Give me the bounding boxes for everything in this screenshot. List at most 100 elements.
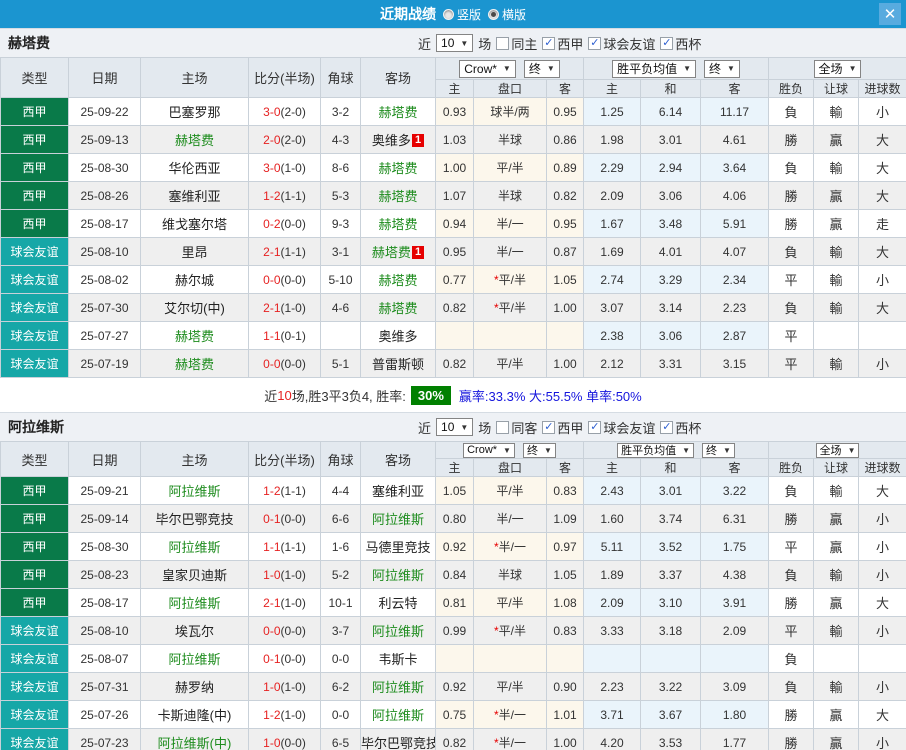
scope-select[interactable]: 全场 ▼ (815, 442, 860, 458)
date-cell: 25-08-26 (68, 181, 141, 210)
match-row: 球会友谊 25-07-27 赫塔费 1-1(0-1) 奥维多 2.38 3.06 2.87 平 (0, 321, 906, 350)
friendly-checkbox[interactable]: ✓ 球会友谊 (588, 34, 655, 53)
halftime-score: (0-0) (280, 623, 306, 638)
bookmaker-select[interactable]: Crow* ▼ (463, 442, 515, 458)
subcol-away-odds: 客 (546, 79, 584, 98)
radio-selected-icon (488, 8, 499, 20)
bookmaker-select[interactable]: Crow* ▼ (459, 59, 516, 78)
cup-checkbox[interactable]: ✓ 西杯 (660, 34, 701, 53)
home-odds-cell: 1.05 (435, 476, 474, 505)
league-checkbox[interactable]: ✓ 西甲 (542, 34, 583, 53)
close-button[interactable]: ✕ (879, 3, 901, 25)
dialog-titlebar: 近期战绩 竖版 横版 ✕ (0, 0, 906, 28)
average-select[interactable]: 胜平负均值 ▼ (612, 59, 696, 78)
away-odds-cell: 0.87 (546, 237, 584, 266)
avg-home-cell: 1.69 (583, 237, 641, 266)
avg-away-cell: 2.23 (699, 293, 770, 322)
handicap-result-cell: 贏 (813, 504, 860, 533)
match-row: 西甲 25-08-17 阿拉维斯 2-1(1-0) 10-1 利云特 0.81 平/半 1.08… (0, 588, 906, 617)
average-final-select[interactable]: 终 ▼ (704, 59, 740, 78)
match-count-select[interactable]: 10 ▼ (436, 34, 474, 52)
goals-result-cell: 小 (858, 532, 906, 561)
avg-draw-cell: 3.18 (640, 616, 701, 645)
fulltime-score: 2-1 (263, 300, 281, 315)
match-row: 球会友谊 25-08-07 阿拉维斯 0-1(0-0) 0-0 韦斯卡負 (0, 644, 906, 673)
league-type-cell: 西甲 (0, 588, 69, 617)
avg-draw-cell: 3.29 (640, 265, 701, 294)
same-venue-checkbox[interactable]: 同客 (496, 418, 537, 437)
odds-final-select[interactable]: 终 ▼ (522, 442, 556, 458)
handicap-cell: *平/半 (473, 293, 547, 322)
avg-away-cell: 4.38 (699, 560, 770, 589)
fulltime-score: 1-2 (263, 483, 281, 498)
handicap-cell (473, 644, 547, 673)
cup-checkbox[interactable]: ✓ 西杯 (660, 418, 701, 437)
avg-draw-cell: 3.06 (640, 181, 701, 210)
score-cell: 0-1(0-0) (248, 504, 321, 533)
avg-away-cell: 4.06 (699, 181, 770, 210)
subcol-handicap-result: 让球 (813, 458, 860, 477)
corner-cell: 5-1 (320, 349, 361, 378)
friendly-checkbox[interactable]: ✓ 球会友谊 (588, 418, 655, 437)
home-odds-cell: 0.77 (435, 265, 474, 294)
handicap-result-cell: 輸 (813, 672, 860, 701)
layout-vertical-radio[interactable]: 竖版 (442, 6, 481, 23)
result-cell: 負 (768, 672, 815, 701)
corner-cell: 5-3 (320, 181, 361, 210)
average-final-select[interactable]: 终 ▼ (702, 442, 735, 458)
date-cell: 25-09-13 (68, 125, 141, 154)
away-team-cell: 赫塔费 (360, 97, 436, 126)
away-team-name: 奥维多 (371, 133, 411, 148)
same-venue-checkbox[interactable]: 同主 (496, 34, 537, 53)
avg-home-cell: 1.98 (583, 125, 641, 154)
result-cell: 勝 (768, 504, 815, 533)
home-team-cell: 皇家贝迪斯 (140, 560, 249, 589)
match-row: 球会友谊 25-07-23 阿拉维斯(中) 1-0(0-0) 6-5 毕尔巴鄂竞技 0.82… (0, 728, 906, 750)
away-odds-cell (546, 321, 584, 350)
match-row: 球会友谊 25-07-31 赫罗纳 1-0(1-0) 6-2 阿拉维斯 0.92 平/半 0.9… (0, 672, 906, 701)
away-odds-cell: 1.08 (546, 588, 584, 617)
odds-final-select[interactable]: 终 ▼ (523, 59, 560, 78)
home-odds-cell (435, 321, 474, 350)
avg-home-cell: 1.67 (583, 209, 641, 238)
away-team-cell: 赫塔费 1 (360, 237, 436, 266)
avg-draw-cell: 3.22 (640, 672, 701, 701)
subcol-avg-home: 主 (583, 458, 641, 477)
league-type-cell: 球会友谊 (0, 700, 69, 729)
fulltime-score: 2-1 (263, 595, 281, 610)
handicap-cell: *平/半 (473, 616, 547, 645)
average-select[interactable]: 胜平负均值 ▼ (617, 442, 694, 458)
result-cell: 負 (768, 560, 815, 589)
league-checkbox[interactable]: ✓ 西甲 (542, 418, 583, 437)
avg-draw-cell: 6.14 (640, 97, 701, 126)
handicap-cell: 平/半 (473, 672, 547, 701)
home-odds-cell: 0.93 (435, 97, 474, 126)
match-count-select[interactable]: 10 ▼ (436, 418, 474, 436)
away-odds-cell: 0.95 (546, 209, 584, 238)
result-cell: 勝 (768, 181, 815, 210)
handicap-result-cell: 贏 (813, 532, 860, 561)
col-home: 主场 (140, 57, 249, 98)
avg-away-cell: 11.17 (699, 97, 770, 126)
match-row: 西甲 25-09-21 阿拉维斯 1-2(1-1) 4-4 塞维利亚 1.05 平/半 0.83… (0, 476, 906, 505)
corner-cell: 5-2 (320, 560, 361, 589)
corner-cell: 5-10 (320, 265, 361, 294)
subcol-handicap: 盘口 (473, 458, 547, 477)
layout-horizontal-radio[interactable]: 横版 (488, 6, 526, 23)
scope-select[interactable]: 全场 ▼ (813, 59, 862, 78)
handicap-value: 平/半 (498, 273, 526, 287)
chevron-down-icon: ▼ (682, 445, 690, 455)
date-cell: 25-08-10 (68, 237, 141, 266)
goals-result-cell: 小 (858, 616, 906, 645)
avg-home-cell: 2.23 (583, 672, 641, 701)
league-type-cell: 西甲 (0, 560, 69, 589)
chevron-down-icon: ▼ (460, 422, 469, 432)
away-team-name: 赫塔费 (378, 105, 418, 120)
match-row: 西甲 25-09-14 毕尔巴鄂竞技 0-1(0-0) 6-6 阿拉维斯 0.80 半/一 1.… (0, 504, 906, 533)
away-team-cell: 普雷斯顿 (360, 349, 436, 378)
fulltime-score: 1-2 (263, 707, 281, 722)
result-cell: 負 (768, 644, 815, 673)
checkbox-checked-icon: ✓ (542, 36, 556, 50)
away-odds-cell: 0.83 (546, 616, 584, 645)
avg-away-cell: 3.09 (699, 672, 770, 701)
